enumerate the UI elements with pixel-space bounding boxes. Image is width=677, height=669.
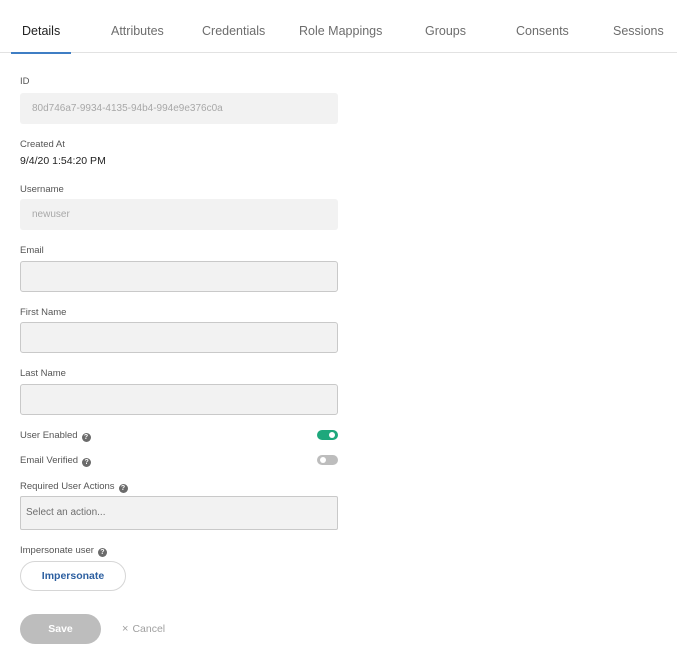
close-icon: × — [122, 623, 129, 635]
impersonate-label: Impersonate user — [20, 545, 94, 556]
question-circle-icon[interactable]: ? — [118, 484, 128, 493]
impersonate-label-row: Impersonate user? — [20, 545, 107, 557]
id-label: ID — [20, 76, 30, 87]
save-button[interactable]: Save — [20, 614, 101, 644]
required-actions-label: Required User Actions — [20, 481, 115, 492]
tab-consents[interactable]: Consents — [516, 0, 569, 53]
tab-groups[interactable]: Groups — [425, 0, 466, 53]
tab-sessions[interactable]: Sessions — [613, 0, 664, 53]
last-name-label: Last Name — [20, 368, 66, 379]
required-actions-select[interactable]: Select an action... — [20, 496, 338, 530]
tab-role-mappings[interactable]: Role Mappings — [299, 0, 382, 53]
first-name-label: First Name — [20, 307, 67, 318]
user-enabled-label: User Enabled — [20, 430, 78, 441]
toggle-knob — [320, 457, 326, 463]
user-enabled-label-row: User Enabled? — [20, 430, 91, 442]
tab-attributes[interactable]: Attributes — [111, 0, 164, 53]
email-verified-label-row: Email Verified? — [20, 455, 92, 467]
required-actions-label-row: Required User Actions? — [20, 481, 128, 493]
impersonate-button[interactable]: Impersonate — [20, 561, 126, 591]
user-enabled-toggle[interactable] — [317, 430, 338, 440]
tab-credentials[interactable]: Credentials — [202, 0, 265, 53]
username-label: Username — [20, 184, 64, 195]
id-field: 80d746a7-9934-4135-94b4-994e9e376c0a — [20, 93, 338, 124]
username-field: newuser — [20, 199, 338, 230]
email-verified-toggle[interactable] — [317, 455, 338, 465]
email-field[interactable] — [20, 261, 338, 292]
created-at-label: Created At — [20, 139, 65, 150]
user-details-page: Details Attributes Credentials Role Mapp… — [0, 0, 677, 669]
first-name-field[interactable] — [20, 322, 338, 353]
cancel-label: Cancel — [132, 623, 166, 635]
tab-details[interactable]: Details — [10, 0, 72, 54]
question-circle-icon[interactable]: ? — [97, 548, 107, 557]
created-at-value: 9/4/20 1:54:20 PM — [20, 155, 106, 167]
email-label: Email — [20, 245, 44, 256]
question-circle-icon[interactable]: ? — [82, 458, 92, 467]
tab-bar: Details Attributes Credentials Role Mapp… — [0, 0, 677, 54]
cancel-button[interactable]: × Cancel — [122, 621, 165, 637]
toggle-knob — [329, 432, 335, 438]
last-name-field[interactable] — [20, 384, 338, 415]
question-circle-icon[interactable]: ? — [81, 433, 91, 442]
email-verified-label: Email Verified — [20, 455, 79, 466]
